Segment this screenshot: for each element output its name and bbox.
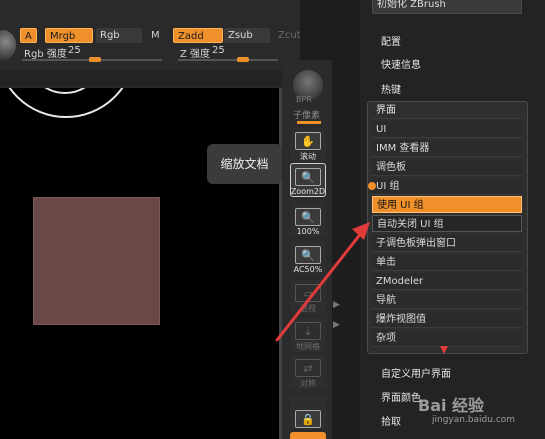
z-intensity-knob[interactable] xyxy=(237,57,249,62)
magnifier-zoom-icon: 🔍 xyxy=(295,168,321,186)
menu-custom-ui[interactable]: 自定义用户界面 xyxy=(381,365,451,380)
submenu-item-navigation[interactable]: 导航 xyxy=(372,292,522,309)
z-intensity-value: 25 xyxy=(212,45,225,56)
collapse-arrow-icon[interactable]: ▶ xyxy=(333,300,340,310)
rgb-intensity-label: Rgb 强度 xyxy=(24,49,67,60)
hand-scroll-icon: ✋ xyxy=(295,132,321,150)
subpixel-label: 子像素 xyxy=(293,111,321,121)
zadd-toggle[interactable]: Zadd xyxy=(173,28,223,43)
baidu-watermark: Bai 经验 xyxy=(418,396,485,415)
menu-ui-colors[interactable]: 界面颜色 xyxy=(381,389,421,404)
submenu-item-palette[interactable]: 调色板 xyxy=(372,159,522,176)
submenu-item-ui[interactable]: UI xyxy=(372,121,522,138)
toolbar-separator xyxy=(0,70,300,86)
red-marker-icon xyxy=(440,346,448,354)
menu-quick-info[interactable]: 快速信息 xyxy=(381,56,421,71)
baidu-watermark-url: jingyan.baidu.com xyxy=(432,415,516,425)
floor-grid-icon: ⇣ xyxy=(295,322,321,340)
magnifier-ac50-icon: 🔍 xyxy=(295,246,321,264)
a-toggle[interactable]: A xyxy=(20,28,37,43)
rgb-toggle[interactable]: Rgb xyxy=(96,28,142,43)
ui-group-indicator-dot xyxy=(368,182,376,190)
z-intensity-label: Z 强度 xyxy=(180,49,211,60)
floor-button[interactable]: ⇣ 地网格 xyxy=(290,318,326,352)
mrgb-toggle[interactable]: Mrgb xyxy=(45,28,93,43)
submenu-item-ui-group[interactable]: UI 组 xyxy=(372,178,522,195)
lock-button[interactable]: 🔒 xyxy=(290,395,326,429)
document-canvas[interactable] xyxy=(0,88,282,439)
submenu-item-use-ui-group[interactable]: 使用 UI 组 xyxy=(372,196,522,213)
menu-hotkeys[interactable]: 热键 xyxy=(381,81,401,96)
zoom2d-button[interactable]: 🔍 Zoom2D xyxy=(290,163,326,197)
perspective-button[interactable]: ▱ 透视 xyxy=(290,280,326,314)
zsub-toggle[interactable]: Zsub xyxy=(224,28,270,43)
submenu-item-subpalette-popup[interactable]: 子调色板弹出窗口 xyxy=(372,235,522,252)
submenu-item-click[interactable]: 单击 xyxy=(372,254,522,271)
lock-icon: 🔒 xyxy=(295,410,321,428)
next-tool-button[interactable] xyxy=(290,432,326,439)
collapse-arrow-icon-2[interactable]: ▶ xyxy=(333,320,340,330)
submenu-header[interactable]: 界面 xyxy=(372,102,522,119)
zoom-tooltip: 缩放文档 xyxy=(207,144,282,184)
canvas-shape xyxy=(33,197,160,325)
ac50-button[interactable]: 🔍 AC50% xyxy=(290,240,326,274)
symmetry-icon: ⇄ xyxy=(295,359,321,377)
submenu-item-exploded-view[interactable]: 爆炸视图值 xyxy=(372,311,522,328)
bpr-label: BPR xyxy=(296,95,312,104)
zoom100-button[interactable]: 🔍 100% xyxy=(290,202,326,236)
subpixel-slider[interactable] xyxy=(297,121,321,124)
submenu-item-auto-close-ui-group[interactable]: 自动关闭 UI 组 xyxy=(372,215,522,232)
z-intensity-slider[interactable] xyxy=(178,59,278,61)
perspective-icon: ▱ xyxy=(295,284,321,302)
menu-pick[interactable]: 拾取 xyxy=(381,413,401,428)
submenu-item-misc[interactable]: 杂项 xyxy=(372,330,522,347)
m-toggle[interactable]: M xyxy=(147,28,164,43)
rgb-intensity-value: 25 xyxy=(68,45,81,56)
scroll-button[interactable]: ✋ 滚动 xyxy=(290,128,326,162)
scroll-label: 滚动 xyxy=(300,152,316,161)
perspective-label: 透视 xyxy=(300,304,316,313)
symmetry-button[interactable]: ⇄ 对称 xyxy=(290,355,326,389)
init-zbrush-button[interactable]: 初始化 ZBrush xyxy=(372,0,522,14)
zcut-toggle[interactable]: Zcut xyxy=(274,28,305,43)
zoom2d-label: Zoom2D xyxy=(290,187,326,196)
menu-config[interactable]: 配置 xyxy=(381,33,401,48)
magnifier-100-icon: 🔍 xyxy=(295,208,321,226)
submenu-item-imm-viewer[interactable]: IMM 查看器 xyxy=(372,140,522,157)
submenu-item-zmodeler[interactable]: ZModeler xyxy=(372,273,522,290)
floor-label: 地网格 xyxy=(296,342,320,351)
zbrush-window: A Mrgb Rgb M Zadd Zsub Zcut Rgb 强度 25 Z … xyxy=(0,0,545,439)
zoom100-label: 100% xyxy=(296,227,320,236)
symmetry-label: 对称 xyxy=(300,379,316,388)
ac50-label: AC50% xyxy=(293,265,323,274)
rgb-intensity-knob[interactable] xyxy=(89,57,101,62)
